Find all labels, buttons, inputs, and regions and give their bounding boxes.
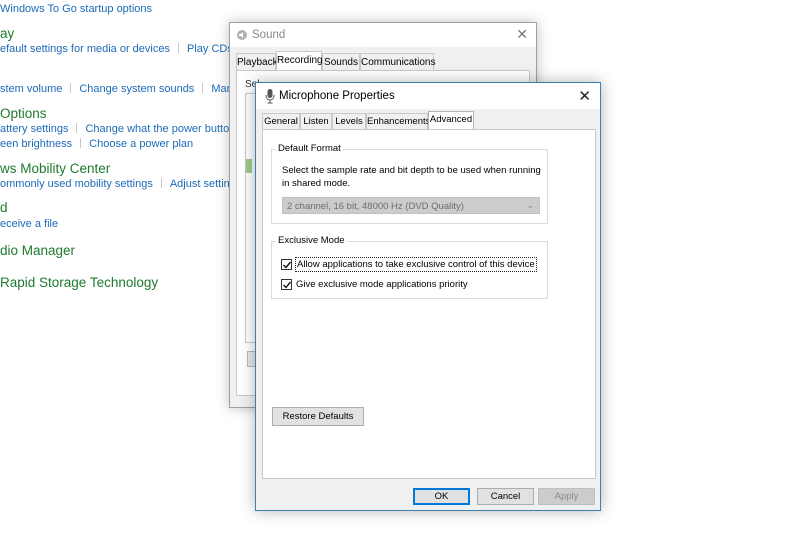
link-separator	[202, 83, 204, 93]
speaker-icon	[236, 29, 248, 41]
tab-enhancements[interactable]: Enhancements	[366, 113, 430, 129]
microphone-properties-dialog: Microphone Properties ✕ General Listen L…	[255, 82, 601, 511]
advanced-tab-panel: Default Format Select the sample rate an…	[262, 129, 596, 479]
cp-links-row-4: een brightness Choose a power plan	[0, 138, 193, 150]
checkmark-icon	[283, 261, 292, 269]
close-icon[interactable]: ✕	[578, 87, 591, 105]
cancel-button[interactable]: Cancel	[477, 488, 534, 505]
cp-heading-autoplay[interactable]: ay	[0, 26, 14, 41]
tab-levels[interactable]: Levels	[332, 113, 366, 129]
link-receive-file[interactable]: eceive a file	[0, 218, 58, 230]
exclusive-mode-group: Exclusive Mode Allow applications to tak…	[271, 235, 548, 299]
chevron-down-icon: ⌄	[526, 200, 534, 210]
cp-links-row-6: eceive a file	[0, 218, 58, 230]
cp-links-row-1: efault settings for media or devices Play…	[0, 43, 246, 55]
apply-button[interactable]: Apply	[538, 488, 595, 505]
tab-general[interactable]: General	[262, 113, 300, 129]
cp-heading-bluetooth[interactable]: d	[0, 200, 8, 215]
microphone-icon	[264, 88, 276, 104]
device-level-indicator	[246, 159, 252, 173]
default-format-description: Select the sample rate and bit depth to …	[282, 165, 541, 189]
allow-exclusive-control-label[interactable]: Allow applications to take exclusive con…	[295, 257, 537, 272]
close-icon[interactable]: ✕	[516, 26, 528, 43]
link-windows-to-go-startup[interactable]: Windows To Go startup options	[0, 3, 152, 15]
default-format-dropdown[interactable]: 2 channel, 16 bit, 48000 Hz (DVD Quality…	[282, 197, 540, 214]
tab-recording[interactable]: Recording	[276, 51, 323, 70]
cp-links-row-2: stem volumeChange system soundsManage a	[0, 83, 260, 95]
cp-links-row-5: ommonly used mobility settings Adjust set…	[0, 178, 257, 190]
checkmark-icon	[283, 281, 292, 289]
tab-advanced[interactable]: Advanced	[428, 111, 474, 130]
link-battery-settings[interactable]: attery settings	[0, 123, 68, 135]
default-format-group: Default Format Select the sample rate an…	[271, 143, 548, 224]
cp-heading-audio-manager[interactable]: dio Manager	[0, 243, 75, 258]
cp-links-row-0: Windows To Go startup options	[0, 3, 152, 15]
cp-heading-power-options[interactable]: Options	[0, 106, 47, 121]
exclusive-mode-label: Exclusive Mode	[276, 235, 347, 246]
ok-button[interactable]: OK	[413, 488, 470, 505]
dialog-titlebar[interactable]: Microphone Properties ✕	[256, 83, 600, 109]
link-system-volume[interactable]: stem volume	[0, 83, 62, 95]
cp-heading-rapid-storage[interactable]: Rapid Storage Technology	[0, 275, 158, 290]
allow-exclusive-control-checkbox[interactable]	[281, 259, 292, 270]
link-mobility-settings[interactable]: ommonly used mobility settings	[0, 178, 153, 190]
sound-titlebar[interactable]: Sound ✕	[230, 23, 536, 47]
dialog-tab-strip: General Listen Levels Enhancements Advan…	[262, 111, 596, 130]
exclusive-priority-checkbox[interactable]	[281, 279, 292, 290]
link-screen-brightness[interactable]: een brightness	[0, 138, 72, 150]
link-separator	[177, 43, 179, 53]
link-separator	[80, 138, 82, 148]
tab-communications[interactable]: Communications	[360, 53, 435, 70]
cp-links-row-3: attery settings Change what the power but…	[0, 123, 250, 135]
link-default-media-settings[interactable]: efault settings for media or devices	[0, 43, 170, 55]
link-separator	[160, 178, 162, 188]
tab-listen[interactable]: Listen	[300, 113, 332, 129]
link-separator	[76, 123, 78, 133]
link-separator	[70, 83, 72, 93]
link-choose-power-plan[interactable]: Choose a power plan	[89, 138, 193, 150]
tab-sounds[interactable]: Sounds	[322, 53, 360, 70]
restore-defaults-button[interactable]: Restore Defaults	[272, 407, 364, 426]
dialog-title: Microphone Properties	[279, 90, 395, 102]
exclusive-priority-label[interactable]: Give exclusive mode applications priorit…	[296, 278, 468, 291]
link-power-buttons[interactable]: Change what the power buttons d	[85, 123, 250, 135]
link-change-system-sounds[interactable]: Change system sounds	[79, 83, 194, 95]
default-format-value: 2 channel, 16 bit, 48000 Hz (DVD Quality…	[287, 201, 464, 212]
sound-window-title: Sound	[252, 29, 286, 41]
tab-playback[interactable]: Playback	[236, 53, 278, 70]
cp-heading-mobility-center[interactable]: ws Mobility Center	[0, 161, 110, 176]
default-format-label: Default Format	[276, 143, 343, 154]
